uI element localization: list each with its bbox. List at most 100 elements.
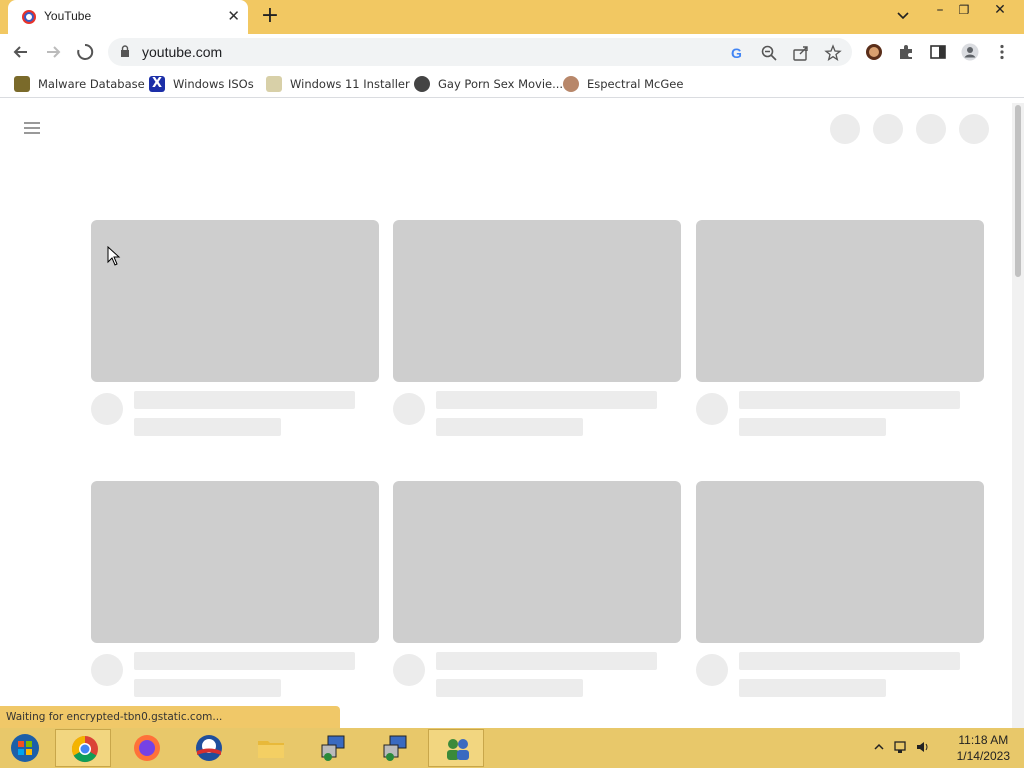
forward-button[interactable] bbox=[42, 42, 64, 64]
channel-avatar-placeholder bbox=[91, 654, 123, 686]
header-placeholder-circle bbox=[830, 114, 860, 144]
back-button[interactable] bbox=[10, 42, 32, 64]
start-button[interactable] bbox=[0, 729, 52, 767]
site-bookmark-icon bbox=[414, 76, 430, 92]
extension-avatar-icon[interactable] bbox=[865, 43, 883, 61]
taskbar-network-app-2[interactable] bbox=[366, 729, 422, 767]
channel-avatar-placeholder bbox=[393, 654, 425, 686]
obama-logo-icon bbox=[196, 735, 222, 761]
firefox-icon bbox=[134, 735, 160, 761]
taskbar-users-app[interactable] bbox=[428, 729, 484, 767]
title-placeholder bbox=[739, 391, 960, 409]
channel-avatar-placeholder bbox=[696, 393, 728, 425]
taskbar-chrome[interactable] bbox=[55, 729, 111, 767]
tab-youtube[interactable]: YouTube ✕ bbox=[8, 0, 248, 34]
close-tab-icon[interactable]: ✕ bbox=[227, 7, 240, 25]
video-thumbnail-placeholder[interactable] bbox=[696, 481, 984, 643]
meta-placeholder bbox=[739, 679, 886, 697]
address-bar[interactable]: youtube.com G bbox=[108, 38, 852, 66]
video-thumbnail-placeholder[interactable] bbox=[393, 481, 681, 643]
header-placeholder-circle bbox=[873, 114, 903, 144]
users-icon bbox=[447, 739, 469, 760]
title-placeholder bbox=[739, 652, 960, 670]
bookmark-star-icon[interactable] bbox=[824, 44, 842, 62]
stop-loading-button[interactable] bbox=[74, 42, 96, 64]
x-logo-icon: X bbox=[149, 76, 165, 92]
youtube-page bbox=[0, 103, 1012, 728]
avatar-bookmark-icon bbox=[563, 76, 579, 92]
mouse-cursor-icon bbox=[107, 246, 121, 266]
header-placeholder-circle bbox=[916, 114, 946, 144]
tab-title: YouTube bbox=[44, 9, 92, 23]
bookmark-label: Espectral McGee bbox=[587, 77, 684, 91]
meta-placeholder bbox=[134, 418, 281, 436]
bookmark-malware-database[interactable]: Malware Database bbox=[14, 74, 145, 94]
taskbar-file-explorer[interactable] bbox=[242, 729, 298, 767]
video-thumbnail-placeholder[interactable] bbox=[696, 220, 984, 382]
video-thumbnail-placeholder[interactable] bbox=[91, 481, 379, 643]
clock-date: 1/14/2023 bbox=[956, 749, 1010, 763]
installer-bookmark-icon bbox=[266, 76, 282, 92]
browser-toolbar: youtube.com G bbox=[0, 34, 1024, 70]
scrollbar-thumb[interactable] bbox=[1015, 105, 1021, 277]
taskbar-obama-app[interactable] bbox=[180, 729, 236, 767]
network-status-icon[interactable] bbox=[893, 740, 907, 754]
show-hidden-icons-icon[interactable] bbox=[872, 740, 886, 754]
url-text[interactable]: youtube.com bbox=[142, 44, 222, 60]
share-icon[interactable] bbox=[792, 44, 810, 62]
volume-icon[interactable] bbox=[916, 740, 930, 754]
bookmark-gay-porn-sex-movie[interactable]: Gay Porn Sex Movie... bbox=[414, 74, 563, 94]
bookmarks-bar: Malware Database X Windows ISOs Windows … bbox=[0, 70, 1024, 98]
close-window-button[interactable]: ✕ bbox=[986, 2, 1014, 18]
channel-avatar-placeholder bbox=[393, 393, 425, 425]
clock-time: 11:18 AM bbox=[958, 733, 1009, 747]
taskbar-network-app-1[interactable] bbox=[304, 729, 360, 767]
page-scrollbar[interactable] bbox=[1012, 103, 1024, 728]
lock-icon[interactable] bbox=[120, 45, 130, 58]
title-placeholder bbox=[134, 391, 355, 409]
header-placeholder-circle bbox=[959, 114, 989, 144]
network-computer-icon bbox=[383, 735, 407, 761]
side-panel-icon[interactable] bbox=[929, 43, 947, 61]
bookmark-windows-isos[interactable]: X Windows ISOs bbox=[149, 74, 254, 94]
folder-icon bbox=[258, 741, 284, 758]
windows-start-orb-icon bbox=[11, 734, 39, 762]
status-bubble: Waiting for encrypted-tbn0.gstatic.com..… bbox=[0, 706, 340, 728]
video-thumbnail-placeholder[interactable] bbox=[91, 220, 379, 382]
title-placeholder bbox=[436, 652, 657, 670]
meta-placeholder bbox=[436, 679, 583, 697]
bookmark-label: Windows ISOs bbox=[173, 77, 254, 91]
zoom-icon[interactable] bbox=[760, 44, 778, 62]
video-thumbnail-placeholder[interactable] bbox=[393, 220, 681, 382]
meta-placeholder bbox=[134, 679, 281, 697]
menu-kebab-icon[interactable] bbox=[993, 43, 1011, 61]
meta-placeholder bbox=[436, 418, 583, 436]
tab-strip: YouTube ✕ + – ❐ ✕ bbox=[0, 0, 1024, 34]
channel-avatar-placeholder bbox=[696, 654, 728, 686]
new-tab-button[interactable]: + bbox=[260, 4, 280, 28]
windows-taskbar: 11:18 AM 1/14/2023 bbox=[0, 728, 1024, 768]
system-clock[interactable]: 11:18 AM 1/14/2023 bbox=[957, 732, 1010, 764]
bookmark-label: Malware Database bbox=[38, 77, 145, 91]
network-computer-icon bbox=[321, 735, 345, 761]
title-placeholder bbox=[134, 652, 355, 670]
bookmark-label: Gay Porn Sex Movie... bbox=[438, 77, 564, 91]
meta-placeholder bbox=[739, 418, 886, 436]
loading-spinner-icon bbox=[77, 43, 94, 60]
google-lens-icon[interactable]: G bbox=[728, 44, 746, 62]
channel-avatar-placeholder bbox=[91, 393, 123, 425]
title-placeholder bbox=[436, 391, 657, 409]
taskbar-firefox[interactable] bbox=[118, 729, 174, 767]
svg-text:G: G bbox=[731, 45, 742, 61]
bookmark-label: Windows 11 Installer bbox=[290, 77, 410, 91]
back-arrow-icon bbox=[13, 46, 27, 58]
forward-arrow-icon bbox=[47, 46, 61, 58]
restore-button[interactable]: ❐ bbox=[950, 3, 978, 17]
bookmark-windows-11-installer[interactable]: Windows 11 Installer bbox=[266, 74, 410, 94]
extensions-puzzle-icon[interactable] bbox=[897, 43, 915, 61]
bookmark-espectral-mcgee[interactable]: Espectral McGee bbox=[563, 74, 683, 94]
hamburger-menu-icon[interactable] bbox=[24, 122, 40, 134]
tab-search-chevron-icon[interactable] bbox=[895, 8, 911, 24]
youtube-favicon-icon bbox=[22, 10, 36, 24]
profile-icon[interactable] bbox=[961, 43, 979, 61]
